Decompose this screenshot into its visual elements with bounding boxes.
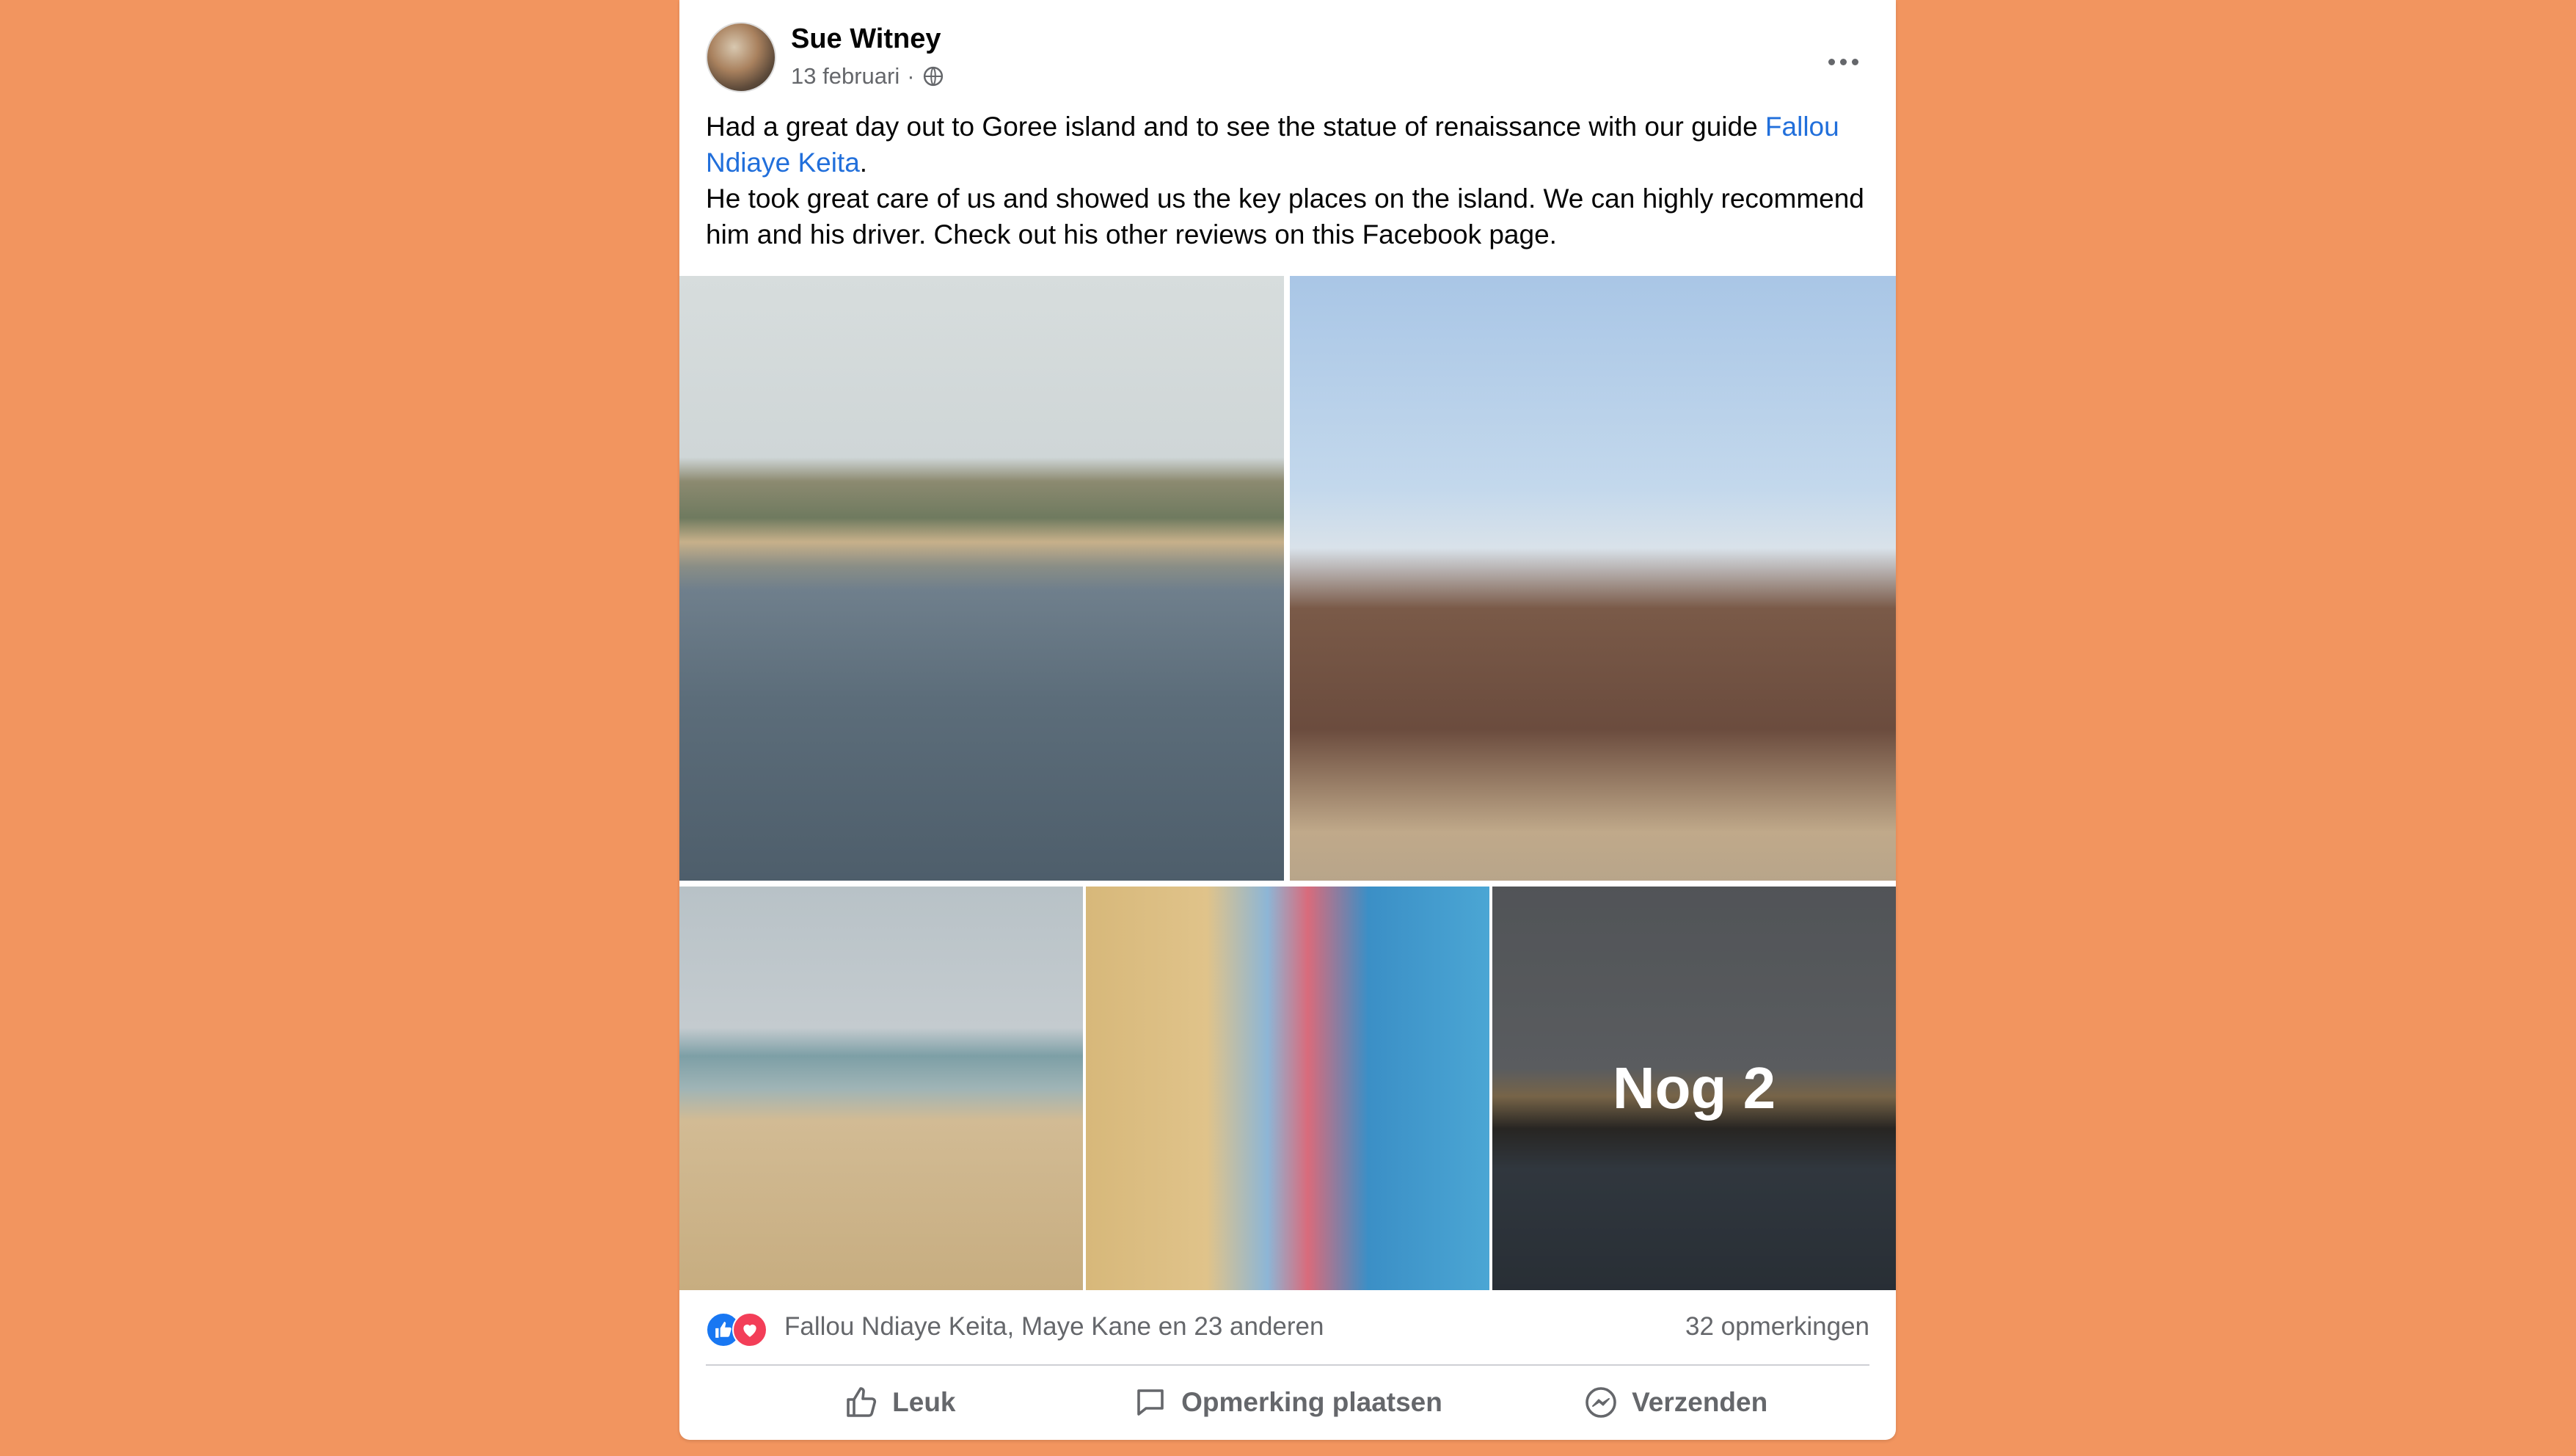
send-button-label: Verzenden (1632, 1387, 1768, 1417)
post-date[interactable]: 13 februari (791, 63, 900, 90)
like-button-label: Leuk (892, 1387, 956, 1417)
more-options-button[interactable] (1817, 35, 1869, 88)
reaction-names[interactable]: Fallou Ndiaye Keita, Maye Kane en 23 and… (784, 1312, 1324, 1342)
like-button[interactable]: Leuk (706, 1371, 1094, 1434)
thumbs-up-icon (847, 1387, 877, 1417)
dot (1851, 58, 1858, 65)
author-avatar[interactable] (706, 22, 776, 92)
send-button[interactable]: Verzenden (1481, 1371, 1869, 1434)
author-name[interactable]: Sue Witney (791, 23, 941, 55)
love-reaction-icon (732, 1312, 767, 1347)
post-text-part2: . (859, 148, 868, 178)
facebook-post-card: Sue Witney 13 februari · Had a great day… (679, 0, 1896, 1440)
comment-button[interactable]: Opmerking plaatsen (1094, 1371, 1482, 1434)
post-header: Sue Witney 13 februari · (706, 22, 1869, 95)
dot (1839, 58, 1847, 65)
action-bar: Leuk Opmerking plaatsen Verzenden (706, 1371, 1869, 1434)
photo-group-at-monument[interactable] (1290, 276, 1896, 881)
photo-more-photos[interactable]: Nog 2 (1492, 887, 1896, 1290)
photo-goree-island-view[interactable] (679, 276, 1284, 881)
more-photos-overlay: Nog 2 (1492, 887, 1896, 1290)
photo-beach-boats[interactable] (679, 887, 1083, 1290)
reactions-bar: Fallou Ndiaye Keita, Maye Kane en 23 and… (706, 1306, 1869, 1347)
more-photos-label: Nog 2 (1612, 1055, 1776, 1121)
post-text: Had a great day out to Goree island and … (706, 109, 1872, 252)
messenger-icon (1586, 1387, 1616, 1418)
post-paragraph-1: Had a great day out to Goree island and … (706, 109, 1872, 181)
divider (706, 1364, 1869, 1366)
post-meta: 13 februari · (791, 63, 944, 90)
post-paragraph-2: He took great care of us and showed us t… (706, 183, 1864, 250)
post-text-part1: Had a great day out to Goree island and … (706, 112, 1765, 142)
reaction-icons[interactable] (706, 1312, 782, 1347)
dot (1828, 58, 1835, 65)
comment-count[interactable]: 32 opmerkingen (1685, 1312, 1869, 1342)
comment-icon (1137, 1389, 1164, 1416)
globe-icon[interactable] (922, 65, 944, 87)
date-separator: · (907, 63, 915, 89)
photo-colorful-street[interactable] (1086, 887, 1489, 1290)
comment-button-label: Opmerking plaatsen (1181, 1387, 1442, 1417)
